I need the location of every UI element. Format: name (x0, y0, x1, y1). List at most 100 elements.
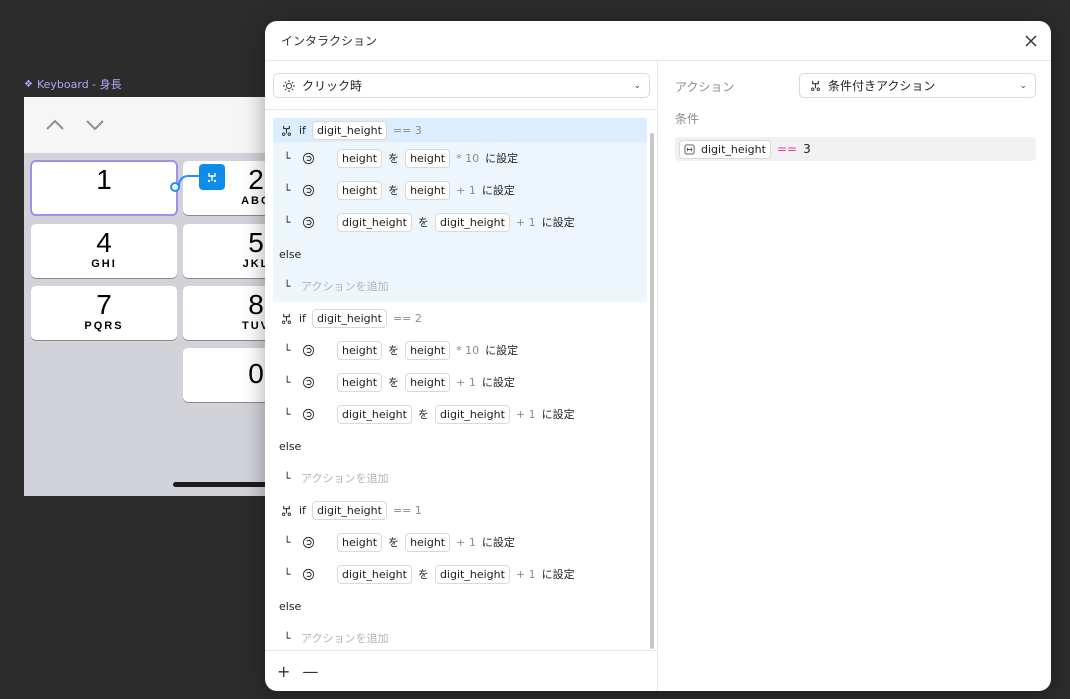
particle-text: を (388, 152, 400, 165)
source-variable-chip[interactable]: digit_height (434, 212, 510, 232)
expression-text: * 10 (456, 151, 480, 165)
condition-variable-chip[interactable]: digit_height (311, 120, 387, 140)
action-label: アクション (675, 80, 735, 94)
if-keyword: if (299, 311, 306, 325)
key-number: 1 (96, 164, 112, 195)
add-action-placeholder[interactable]: アクションを追加 (301, 470, 388, 486)
particle-text: を (417, 568, 429, 581)
source-variable-chip[interactable]: height (405, 372, 451, 392)
set-variable-icon (301, 375, 315, 389)
target-variable-chip[interactable]: height (337, 532, 383, 552)
list-footer: + — (265, 650, 658, 691)
target-variable-chip[interactable]: digit_height (337, 564, 412, 584)
expression-text: + 1 (515, 407, 536, 421)
remove-interaction-button[interactable]: — (302, 662, 318, 681)
set-suffix-text: に設定 (485, 344, 519, 357)
divider (265, 109, 658, 110)
condition-value[interactable]: 3 (803, 142, 811, 156)
else-keyword: else (279, 439, 302, 453)
action-row[interactable]: └ height を height + 1 に設定 (273, 526, 647, 558)
source-variable-chip[interactable]: height (405, 340, 451, 360)
else-row[interactable]: else (273, 590, 647, 622)
key-number: 7 (96, 289, 112, 320)
key-7[interactable]: 7 PQRS (31, 286, 177, 340)
key-4[interactable]: 4 GHI (31, 224, 177, 278)
branch-indent-icon: └ (283, 183, 291, 197)
action-row[interactable]: └ height を height + 1 に設定 (273, 174, 647, 206)
condition-variable-chip[interactable]: digit_height (311, 500, 387, 520)
add-action-row[interactable]: └ アクションを追加 (273, 622, 647, 650)
expression-text: + 1 (456, 183, 476, 197)
variable-icon (684, 143, 695, 155)
action-row[interactable]: └ height を height + 1 に設定 (273, 366, 647, 398)
add-action-placeholder[interactable]: アクションを追加 (301, 278, 388, 294)
branch-indent-icon: └ (283, 407, 291, 421)
target-variable-chip[interactable]: digit_height (337, 212, 412, 232)
set-variable-icon (301, 567, 315, 581)
action-row[interactable]: └ digit_height を digit_height + 1 に設定 (273, 398, 647, 430)
add-action-placeholder[interactable]: アクションを追加 (301, 630, 388, 646)
add-interaction-button[interactable]: + (277, 662, 290, 681)
if-row[interactable]: if digit_height == 3 (273, 118, 647, 142)
action-type-select[interactable]: 条件付きアクション ⌄ (799, 73, 1036, 98)
key-letters: PQRS (84, 320, 124, 332)
if-row[interactable]: if digit_height == 1 (273, 494, 647, 526)
interaction-list-pane: クリック時 ⌄ if digit_height == 3 └ height を … (265, 61, 658, 691)
target-variable-chip[interactable]: height (337, 148, 383, 168)
list-scrollbar[interactable] (650, 133, 654, 649)
modal-title: インタラクション (281, 34, 378, 48)
target-variable-chip[interactable]: height (337, 180, 383, 200)
chevron-down-icon: ⌄ (1019, 81, 1027, 91)
trigger-select[interactable]: クリック時 ⌄ (273, 73, 650, 98)
target-variable-chip[interactable]: height (337, 340, 383, 360)
if-keyword: if (299, 123, 306, 137)
branch-indent-icon: └ (283, 343, 291, 357)
action-row[interactable]: └ height を height * 10 に設定 (273, 142, 647, 174)
condition-operator: == 2 (392, 311, 422, 325)
source-variable-chip[interactable]: digit_height (434, 404, 510, 424)
add-action-row[interactable]: └ アクションを追加 (273, 270, 647, 302)
action-list: if digit_height == 3 └ height を height *… (273, 118, 647, 650)
close-icon[interactable] (1023, 33, 1039, 49)
key-1[interactable]: 1 (30, 160, 178, 216)
conditional-interaction-icon[interactable] (199, 164, 225, 190)
else-row[interactable]: else (273, 238, 647, 270)
source-variable-chip[interactable]: height (405, 148, 451, 168)
source-variable-chip[interactable]: digit_height (434, 564, 510, 584)
target-variable-chip[interactable]: height (337, 372, 383, 392)
condition-label: 条件 (675, 112, 700, 126)
condition-variable-chip[interactable]: digit_height (311, 308, 387, 328)
modal-header: インタラクション (265, 21, 1051, 61)
prototype-handle[interactable] (170, 182, 180, 192)
expression-text: + 1 (515, 567, 536, 581)
branch-indent-icon: └ (283, 471, 291, 485)
else-row[interactable]: else (273, 430, 647, 462)
add-action-row[interactable]: └ アクションを追加 (273, 462, 647, 494)
condition-editor[interactable]: digit_height == 3 (675, 137, 1036, 161)
set-suffix-text: に設定 (481, 536, 515, 549)
source-variable-chip[interactable]: height (405, 180, 451, 200)
set-suffix-text: に設定 (541, 216, 575, 229)
branch-indent-icon: └ (283, 631, 291, 645)
conditional-icon (808, 79, 822, 93)
branch-indent-icon: └ (283, 535, 291, 549)
set-variable-icon (301, 183, 315, 197)
set-suffix-text: に設定 (541, 568, 575, 581)
action-row[interactable]: └ digit_height を digit_height + 1 に設定 (273, 558, 647, 590)
condition-variable-chip[interactable]: digit_height (679, 139, 771, 159)
conditional-icon (279, 311, 293, 325)
target-variable-chip[interactable]: digit_height (337, 404, 412, 424)
action-row[interactable]: └ digit_height を digit_height + 1 に設定 (273, 206, 647, 238)
frame-label[interactable]: ❖ Keyboard - 身長 (24, 76, 122, 92)
if-row[interactable]: if digit_height == 2 (273, 302, 647, 334)
set-variable-icon (301, 215, 315, 229)
particle-text: を (388, 376, 400, 389)
source-variable-chip[interactable]: height (405, 532, 451, 552)
action-row[interactable]: └ height を height * 10 に設定 (273, 334, 647, 366)
else-keyword: else (279, 599, 302, 613)
expression-text: + 1 (515, 215, 536, 229)
branch-indent-icon: └ (283, 215, 291, 229)
frame-label-text: Keyboard - 身長 (36, 78, 122, 91)
set-suffix-text: に設定 (481, 376, 515, 389)
expression-text: + 1 (456, 375, 476, 389)
